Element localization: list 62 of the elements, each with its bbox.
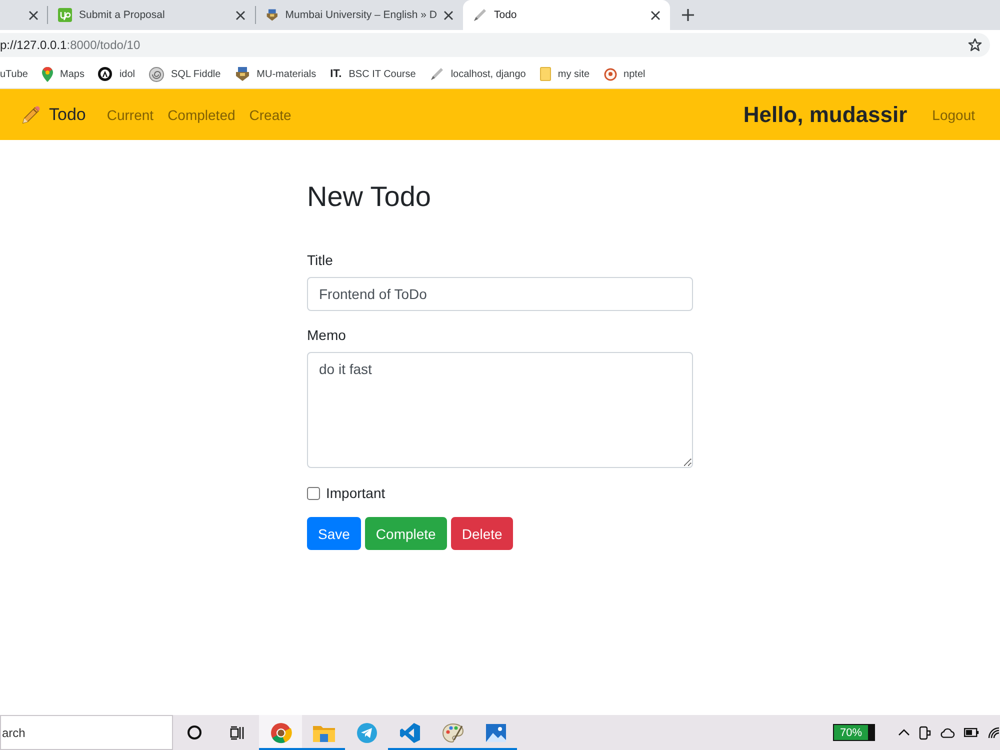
- chevron-up-icon[interactable]: [898, 729, 910, 736]
- bookmark-link[interactable]: my site: [540, 67, 590, 81]
- cloud-icon[interactable]: [940, 728, 955, 738]
- paper-plane-icon: [356, 722, 376, 742]
- url-text: p://127.0.0.1:8000/todo/10: [0, 38, 140, 52]
- circle-icon: [187, 725, 202, 740]
- note-icon: [540, 67, 551, 81]
- nav-link[interactable]: Current: [106, 106, 154, 122]
- important-checkbox[interactable]: [307, 486, 320, 500]
- browser-tab[interactable]: Submit a Proposal: [48, 0, 255, 30]
- favicon-text: IT.: [330, 68, 342, 80]
- checkbox-label: Important: [326, 485, 386, 501]
- search-field[interactable]: arch: [0, 715, 173, 750]
- browser-tab[interactable]: Mumbai University – English » D: [256, 0, 463, 30]
- brand-link[interactable]: Todo: [22, 104, 86, 124]
- nav-link[interactable]: Create: [249, 106, 292, 122]
- device-icon[interactable]: [919, 726, 931, 740]
- task-view-icon: [230, 726, 245, 740]
- code-icon: [400, 722, 420, 742]
- memo-field[interactable]: do it fast: [307, 352, 693, 468]
- bookmark-link[interactable]: IT. BSC IT Course: [330, 68, 416, 80]
- address-bar[interactable]: p://127.0.0.1:8000/todo/10: [0, 33, 990, 57]
- folder-icon: [312, 724, 334, 742]
- action-button[interactable]: Save: [307, 517, 361, 550]
- battery-percentage: 70%: [833, 724, 875, 741]
- pencil-icon: [430, 67, 444, 81]
- close-icon[interactable]: [29, 10, 38, 20]
- bookmark-link[interactable]: Maps: [42, 66, 84, 82]
- circle-logo-icon: [98, 67, 112, 81]
- close-icon[interactable]: [236, 10, 245, 20]
- bookmark-link[interactable]: localhost, django: [430, 67, 526, 81]
- shell-icon: [149, 66, 164, 82]
- pencil-icon: [473, 8, 487, 22]
- field-label: Title: [307, 251, 334, 270]
- pencil-icon: [22, 106, 40, 124]
- nav-link[interactable]: Completed: [168, 106, 236, 122]
- bookmark-link[interactable]: idol: [98, 67, 136, 81]
- action-button[interactable]: Delete: [450, 517, 514, 550]
- page-heading: New Todo: [307, 180, 432, 214]
- crest-icon: [234, 67, 250, 81]
- wifi-icon[interactable]: [988, 726, 1000, 738]
- seal-icon: [604, 68, 617, 80]
- battery-icon[interactable]: [964, 728, 979, 737]
- bookmark-link[interactable]: MU-materials: [234, 67, 316, 81]
- picture-icon: [486, 724, 506, 742]
- bookmark-link[interactable]: nptel: [604, 68, 646, 80]
- logo-tile-icon: [58, 8, 72, 22]
- crest-icon: [266, 8, 278, 22]
- browser-tab[interactable]: Todo: [463, 0, 670, 30]
- star-icon[interactable]: [968, 38, 982, 52]
- greeting-text: Hello, mudassir: [743, 102, 908, 128]
- bookmark-link[interactable]: uTube: [0, 68, 28, 80]
- palette-icon: [442, 722, 464, 742]
- field-label: Memo: [307, 326, 347, 345]
- map-pin-icon: [42, 66, 53, 82]
- title-field[interactable]: Frontend of ToDo: [307, 277, 693, 311]
- new-tab-icon[interactable]: [682, 9, 694, 21]
- bookmark-link[interactable]: SQL Fiddle: [149, 66, 221, 82]
- close-icon[interactable]: [651, 10, 660, 20]
- browser-icon: [270, 722, 292, 744]
- logout-link[interactable]: Logout: [932, 106, 975, 122]
- close-icon[interactable]: [444, 10, 453, 20]
